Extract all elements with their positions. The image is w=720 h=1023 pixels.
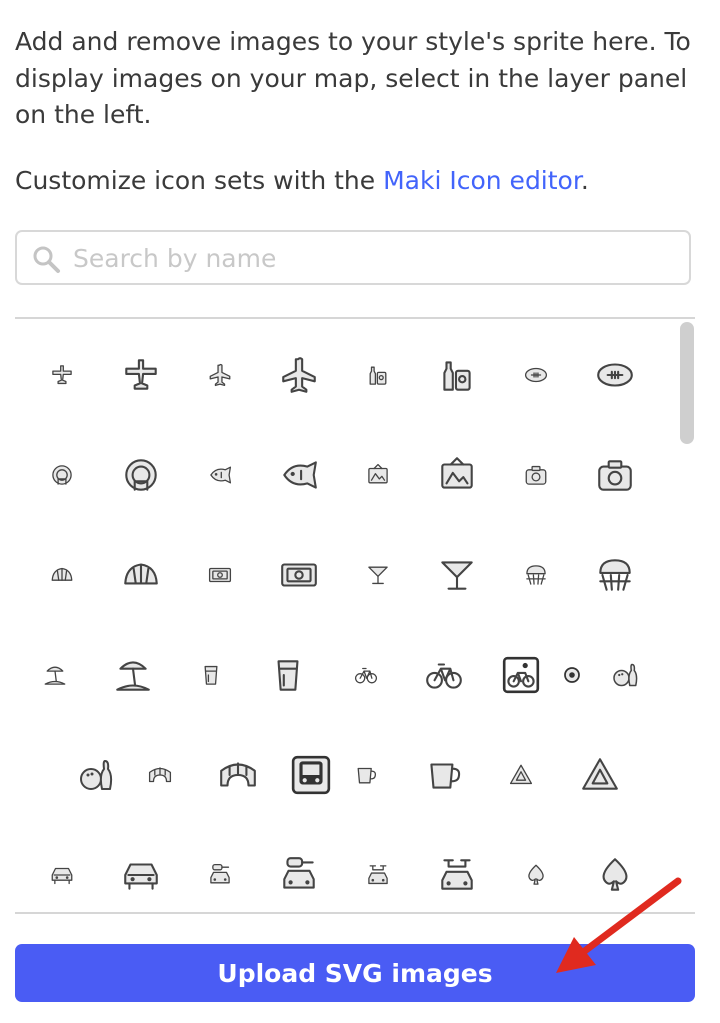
search-box[interactable]: [15, 230, 691, 285]
american-football-icon[interactable]: [511, 350, 561, 400]
bank-icon[interactable]: [274, 550, 324, 600]
car-repair-icon[interactable]: [432, 850, 482, 900]
caution-icon[interactable]: [575, 750, 625, 800]
airfield-icon[interactable]: [37, 350, 87, 400]
search-input[interactable]: [73, 238, 673, 278]
icon-grid: [15, 320, 695, 912]
bowling-icon[interactable]: [72, 750, 122, 800]
beer-icon[interactable]: [186, 650, 236, 700]
cafe-icon[interactable]: [419, 750, 469, 800]
airport-icon[interactable]: [274, 350, 324, 400]
bicycle-icon[interactable]: [341, 650, 391, 700]
beach-icon[interactable]: [30, 650, 80, 700]
maki-editor-link[interactable]: Maki Icon editor: [383, 166, 581, 195]
aquarium-icon[interactable]: [37, 450, 87, 500]
bridge-icon[interactable]: [135, 750, 185, 800]
art-gallery-icon[interactable]: [432, 450, 482, 500]
bakery-icon[interactable]: [116, 550, 166, 600]
car-rental-icon[interactable]: [274, 850, 324, 900]
bakery-icon[interactable]: [37, 550, 87, 600]
bicycle-icon[interactable]: [419, 650, 469, 700]
basketball-icon[interactable]: [590, 550, 640, 600]
attraction-icon[interactable]: [590, 450, 640, 500]
attraction-icon[interactable]: [511, 450, 561, 500]
grid-scrollbar[interactable]: [680, 322, 694, 444]
annotation-arrow: [556, 877, 682, 973]
dot-icon[interactable]: [547, 650, 597, 700]
airport-icon[interactable]: [195, 350, 245, 400]
bridge-icon[interactable]: [213, 750, 263, 800]
alcohol-shop-icon[interactable]: [432, 350, 482, 400]
customize-text: Customize icon sets with the Maki Icon e…: [15, 163, 705, 199]
aquarium-fish-icon[interactable]: [274, 450, 324, 500]
caution-icon[interactable]: [496, 750, 546, 800]
bowling-icon[interactable]: [601, 650, 651, 700]
car-icon[interactable]: [37, 850, 87, 900]
art-gallery-icon[interactable]: [353, 450, 403, 500]
bar-icon[interactable]: [353, 550, 403, 600]
alcohol-shop-icon[interactable]: [353, 350, 403, 400]
grid-top-divider: [15, 317, 695, 319]
cafe-icon[interactable]: [341, 750, 391, 800]
intro-text: Add and remove images to your style's sp…: [15, 27, 691, 129]
customize-suffix: .: [580, 166, 589, 195]
car-rental-icon[interactable]: [195, 850, 245, 900]
beach-icon[interactable]: [108, 650, 158, 700]
bank-icon[interactable]: [195, 550, 245, 600]
aquarium-icon[interactable]: [116, 450, 166, 500]
bus-icon[interactable]: [286, 750, 336, 800]
beer-icon[interactable]: [263, 650, 313, 700]
search-icon: [33, 246, 60, 273]
american-football-icon[interactable]: [590, 350, 640, 400]
bar-icon[interactable]: [432, 550, 482, 600]
car-icon[interactable]: [116, 850, 166, 900]
customize-prefix: Customize icon sets with the: [15, 166, 384, 195]
airfield-icon[interactable]: [116, 350, 166, 400]
bicycle-share-icon[interactable]: [496, 650, 546, 700]
car-repair-icon[interactable]: [353, 850, 403, 900]
basketball-icon[interactable]: [511, 550, 561, 600]
aquarium-fish-icon[interactable]: [195, 450, 245, 500]
